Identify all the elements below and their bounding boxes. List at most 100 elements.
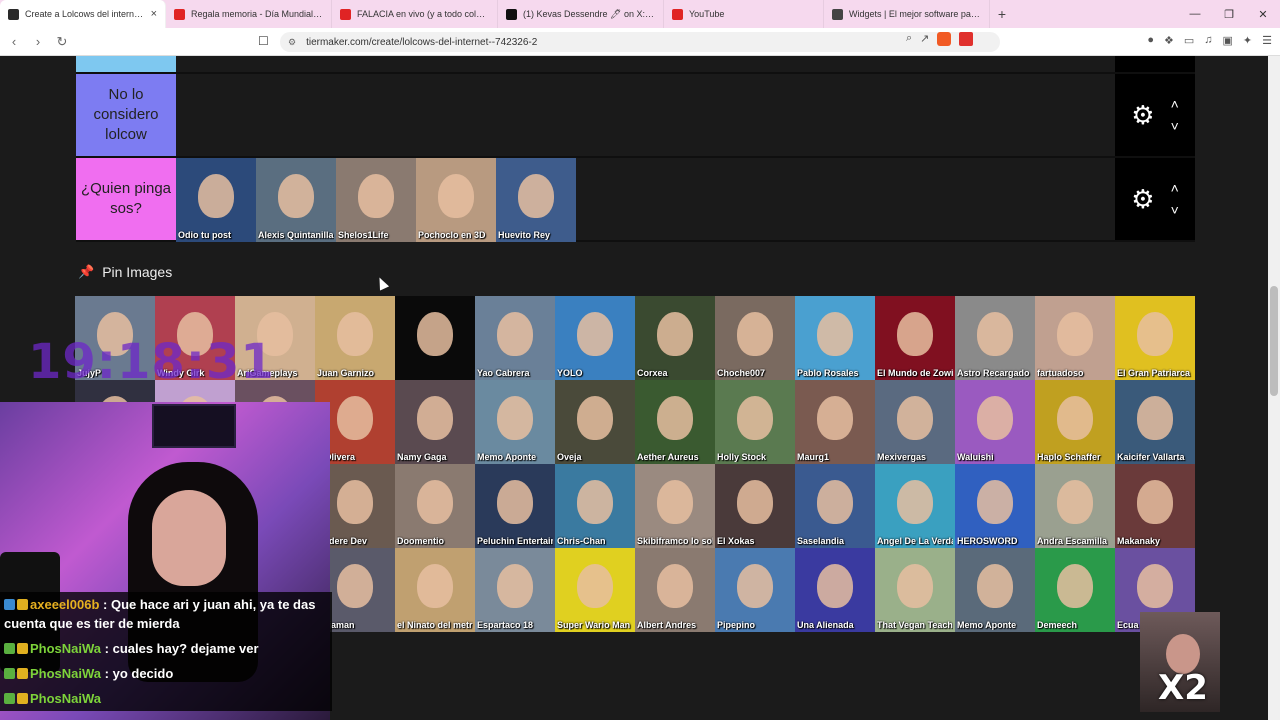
tier-image-tile[interactable]: Peluchin Entertainment [475, 464, 555, 548]
tier-image-tile[interactable]: Kaicifer Vallarta [1115, 380, 1195, 464]
forward-icon[interactable]: › [28, 34, 48, 49]
browser-tab[interactable]: Widgets | El mejor software para pot [824, 0, 990, 28]
tier-image-tile[interactable]: El Gran Patriarca [1115, 296, 1195, 380]
share-icon[interactable]: ↗ [920, 32, 929, 46]
tier-settings-gear-icon[interactable]: ⚙ [1131, 100, 1154, 131]
move-tier-down-icon[interactable]: ˅ [1171, 119, 1179, 133]
tier-label[interactable]: No lo considero lolcow [76, 74, 176, 156]
tier-image-tile[interactable]: Oveja [555, 380, 635, 464]
tier-image-tile[interactable] [395, 296, 475, 380]
tier-label[interactable]: ¿Quien pinga sos? [76, 158, 176, 240]
tier-label[interactable] [76, 56, 176, 72]
portrait [817, 396, 853, 440]
tier-image-tile[interactable]: Haplo Schaffer [1035, 380, 1115, 464]
tier-image-tile[interactable]: Chris-Chan [555, 464, 635, 548]
address-bar[interactable]: ⚙ tiermaker.com/create/lolcows-del-inter… [280, 32, 1000, 52]
brave-shields-icon[interactable] [937, 32, 952, 46]
browser-tab[interactable]: Create a Lolcows del internet Ti × [0, 0, 166, 28]
browser-toolbar: ‹ › ↻ ☐ ⚙ tiermaker.com/create/lolcows-d… [0, 28, 1280, 56]
extension-icon[interactable]: ● [1147, 34, 1154, 47]
tier-image-tile[interactable]: Namy Gaga [395, 380, 475, 464]
portrait [1057, 312, 1093, 356]
tile-caption: Alexis Quintanilla [258, 230, 334, 240]
tier-image-tile[interactable]: Espartaco 18 [475, 548, 555, 632]
tier-image-tile[interactable]: Waluishi [955, 380, 1035, 464]
wallet-icon[interactable]: ▣ [1223, 34, 1233, 47]
tier-image-tile[interactable]: Andra Escamilla [1035, 464, 1115, 548]
tier-image-tile[interactable]: Saselandia [795, 464, 875, 548]
tier-image-tile[interactable]: Pochoclo en 3D [416, 158, 496, 242]
browser-tab[interactable]: YouTube [664, 0, 824, 28]
tile-caption: Shelos1Life [338, 230, 389, 240]
portrait [577, 312, 613, 356]
chat-badge-icon [4, 643, 15, 654]
menu-icon[interactable]: ☰ [1262, 34, 1272, 47]
move-tier-down-icon[interactable]: ˅ [1171, 203, 1179, 217]
tier-image-tile[interactable]: fartuadoso [1035, 296, 1115, 380]
site-info-icon[interactable]: ⚙ [288, 37, 296, 48]
browser-tab[interactable]: (1) Kevas Dessendre 🖊 on X: "@Ha [498, 0, 664, 28]
tier-image-tile[interactable]: Angel De La Verdad [875, 464, 955, 548]
tier-image-tile[interactable]: Alexis Quintanilla [256, 158, 336, 242]
brave-rewards-icon[interactable] [959, 32, 974, 46]
tier-list: No lo considero lolcow ⚙ ˄ ˅ ¿Quien pinga so… [76, 56, 1195, 242]
puzzle-icon[interactable]: ❖ [1164, 34, 1174, 47]
tier-image-tile[interactable]: Albert Andres [635, 548, 715, 632]
tier-image-tile[interactable]: Shelos1Life [336, 158, 416, 242]
tier-image-tile[interactable]: Makanaky [1115, 464, 1195, 548]
move-tier-up-icon[interactable]: ˄ [1171, 97, 1179, 111]
tier-image-tile[interactable]: Maurg1 [795, 380, 875, 464]
tier-image-tile[interactable]: Skibiframco lo solamente Saki [635, 464, 715, 548]
media-icon[interactable]: ♫ [1204, 34, 1212, 47]
bookmark-icon[interactable]: ☐ [258, 34, 269, 48]
tier-image-tile[interactable]: Mexivergas [875, 380, 955, 464]
tier-image-tile[interactable]: Huevito Rey [496, 158, 576, 242]
tier-image-tile[interactable]: Super Wario Man [555, 548, 635, 632]
tier-image-tile[interactable]: Una Alienada [795, 548, 875, 632]
tier-image-tile[interactable]: Pablo Rosales [795, 296, 875, 380]
tier-image-tile[interactable]: That Vegan Teacher [875, 548, 955, 632]
chat-text: yo decido [112, 666, 174, 681]
portrait [417, 480, 453, 524]
tier-image-tile[interactable]: Yao Cabrera [475, 296, 555, 380]
new-tab-button[interactable]: + [990, 6, 1014, 22]
tier-image-tile[interactable]: Pipepino [715, 548, 795, 632]
close-window-icon[interactable]: ✕ [1246, 0, 1280, 28]
tab-close-icon[interactable]: × [151, 8, 157, 20]
back-icon[interactable]: ‹ [4, 34, 24, 49]
portrait [417, 564, 453, 608]
tile-caption: Angel De La Verdad [877, 536, 953, 546]
tile-caption: El Xokas [717, 536, 755, 546]
tier-image-tile[interactable]: Corxea [635, 296, 715, 380]
tier-image-tile[interactable]: El Xokas [715, 464, 795, 548]
maximize-icon[interactable]: ❐ [1212, 0, 1246, 28]
page-scrollbar[interactable] [1268, 56, 1280, 720]
tier-image-tile[interactable]: Juan Garnizo [315, 296, 395, 380]
tier-image-tile[interactable]: Aether Aureus [635, 380, 715, 464]
browser-tab[interactable]: Regala memoria - Día Mundial del A [166, 0, 332, 28]
minimize-icon[interactable]: — [1178, 0, 1212, 28]
tier-image-tile[interactable]: el Ninato del metro de valencia [395, 548, 475, 632]
scrollbar-thumb[interactable] [1270, 286, 1278, 396]
tier-image-tile[interactable]: El Mundo de Zowi [875, 296, 955, 380]
tier-image-tile[interactable]: Doomentio [395, 464, 475, 548]
sidebar-icon[interactable]: ▭ [1184, 34, 1194, 47]
tier-image-tile[interactable]: Holly Stock [715, 380, 795, 464]
tier-settings-gear-icon[interactable]: ⚙ [1131, 184, 1154, 215]
zoom-icon[interactable]: ⌕ [906, 32, 912, 46]
reload-icon[interactable]: ↻ [52, 34, 72, 50]
portrait [897, 312, 933, 356]
move-tier-up-icon[interactable]: ˄ [1171, 181, 1179, 195]
tier-image-tile[interactable]: Odio tu post [176, 158, 256, 242]
leo-ai-icon[interactable]: ✦ [1243, 34, 1252, 47]
tier-image-tile[interactable]: Memo Aponte [475, 380, 555, 464]
tier-image-tile[interactable]: Choche007 [715, 296, 795, 380]
tab-bar: Create a Lolcows del internet Ti × Regala … [0, 0, 1280, 28]
tier-image-tile[interactable]: HEROSWORD [955, 464, 1035, 548]
tier-image-tile[interactable]: YOLO [555, 296, 635, 380]
browser-tab[interactable]: FALACIA en vivo (y a todo color) - Ri [332, 0, 498, 28]
tier-image-tile[interactable]: Astro Recargado [955, 296, 1035, 380]
tier-image-tile[interactable]: Demeech [1035, 548, 1115, 632]
tile-caption: Haplo Schaffer [1037, 452, 1101, 462]
tier-image-tile[interactable]: Memo Aponte [955, 548, 1035, 632]
